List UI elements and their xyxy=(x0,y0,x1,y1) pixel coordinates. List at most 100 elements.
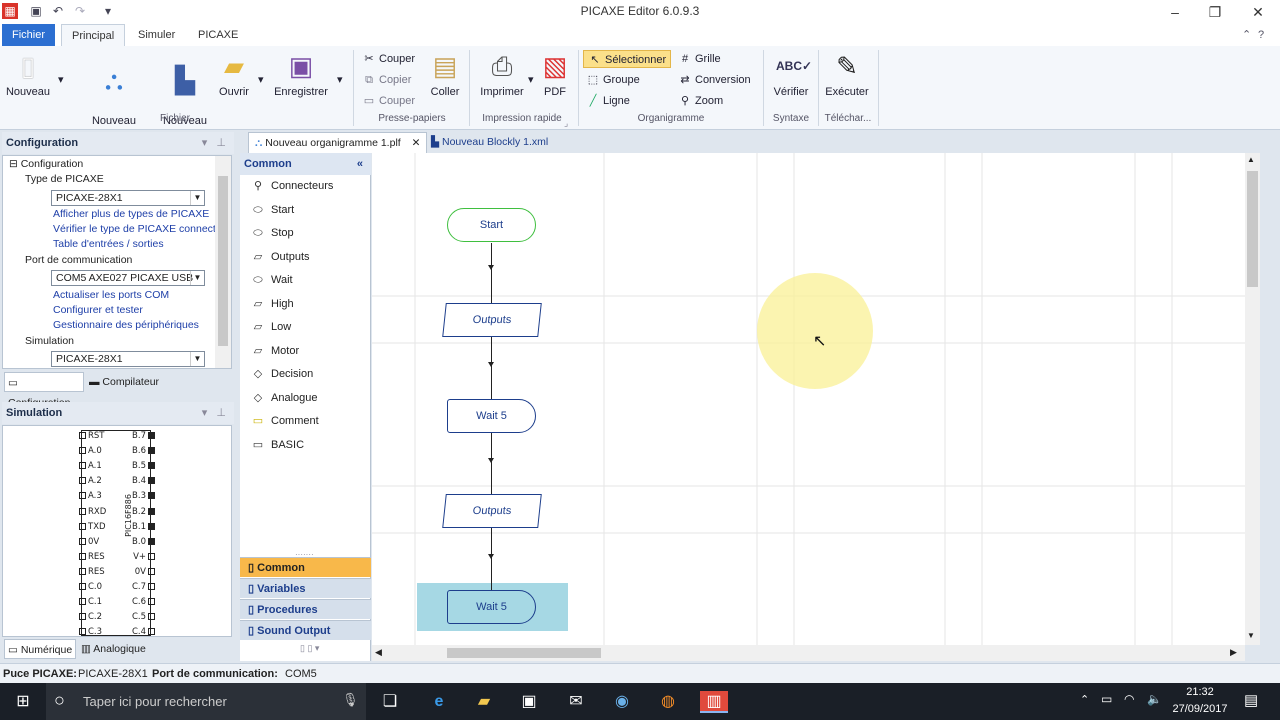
chip-pin-left[interactable]: C.0 xyxy=(79,582,102,592)
chip-pin-left[interactable]: A.1 xyxy=(79,461,102,471)
hscroll-thumb[interactable] xyxy=(447,648,601,658)
pin-state-icon[interactable] xyxy=(79,567,86,575)
scroll-left-icon[interactable]: ◀ xyxy=(375,647,382,658)
chip-pin-right[interactable]: B.2 xyxy=(130,507,155,517)
executer-button[interactable]: ✎ Exécuter xyxy=(822,50,872,98)
doc-tab-organigramme[interactable]: ⛬ Nouveau organigramme 1.plf ✕ xyxy=(248,132,428,153)
simulation-select[interactable]: PICAXE-28X1 ▼ xyxy=(51,351,205,367)
tree-scrollbar[interactable] xyxy=(215,156,231,368)
couper-button[interactable]: ✂ Couper xyxy=(362,50,415,68)
chip-pin-right[interactable]: V+ xyxy=(130,552,155,562)
nouveau-button[interactable]: ▯ Nouveau xyxy=(4,50,52,98)
pin-state-icon[interactable] xyxy=(148,447,155,455)
imprimer-dropdown-icon[interactable]: ▾ xyxy=(528,71,534,89)
palette-overflow-icons[interactable]: ▯ ▯ ▾ xyxy=(300,643,319,654)
chip-pin-left[interactable]: TXD xyxy=(79,522,106,532)
pin-state-icon[interactable] xyxy=(148,492,155,500)
pin-state-icon[interactable] xyxy=(79,492,86,500)
pin-state-icon[interactable] xyxy=(79,432,86,439)
selectionner-button[interactable]: ↖ Sélectionner xyxy=(583,50,672,68)
chip-pin-left[interactable]: A.2 xyxy=(79,476,102,486)
pin-state-icon[interactable] xyxy=(148,537,155,545)
nouveau-organigramme-button[interactable]: ⛬ Nouveau Organigramme xyxy=(74,50,154,142)
palette-category-common[interactable]: ▯ Common xyxy=(240,557,371,577)
taskbar-time[interactable]: 21:32 xyxy=(1170,686,1230,698)
app-icon[interactable]: ◉ xyxy=(611,691,633,713)
chip-pin-left[interactable]: C.2 xyxy=(79,612,102,622)
palette-item-decision[interactable]: ◇ Decision xyxy=(250,364,313,384)
pin-state-icon[interactable] xyxy=(79,507,86,515)
scroll-down-icon[interactable]: ▼ xyxy=(1247,631,1255,640)
palette-category-sound-output[interactable]: ▯ Sound Output xyxy=(240,620,371,640)
task-view-icon[interactable]: ❏ xyxy=(379,691,401,713)
palette-item-outputs[interactable]: ▱ Outputs xyxy=(250,247,310,267)
ouvrir-button[interactable]: ▰ Ouvrir xyxy=(214,50,254,98)
flow-outputs-node[interactable]: Outputs xyxy=(442,494,542,528)
palette-category-procedures[interactable]: ▯ Procedures xyxy=(240,599,371,619)
tree-scroll-thumb[interactable] xyxy=(218,176,228,346)
groupe-button[interactable]: ⬚ Groupe xyxy=(586,71,640,89)
picaxe-taskbar-icon[interactable]: ▥ xyxy=(700,691,728,713)
scroll-right-icon[interactable]: ▶ xyxy=(1230,647,1237,658)
pdf-button[interactable]: ▧ PDF xyxy=(540,50,570,98)
palette-item-comment[interactable]: ▭ Comment xyxy=(250,411,319,431)
chip-pin-left[interactable]: RXD xyxy=(79,507,106,517)
scroll-up-icon[interactable]: ▲ xyxy=(1247,155,1255,164)
volume-icon[interactable]: 🔈 xyxy=(1147,692,1162,706)
palette-item-motor[interactable]: ▱ Motor xyxy=(250,341,299,361)
canvas-vertical-scrollbar[interactable]: ▲ ▼ xyxy=(1245,153,1260,645)
chip-pin-right[interactable]: C.4 xyxy=(130,627,155,636)
pin-state-icon[interactable] xyxy=(79,628,86,636)
chip-pin-left[interactable]: RST xyxy=(79,431,105,441)
tray-overflow-icon[interactable]: ⌃ xyxy=(1080,693,1089,706)
help-icon[interactable]: ? xyxy=(1248,24,1274,46)
chip-pin-right[interactable]: B.1 xyxy=(130,522,155,532)
tab-analogique[interactable]: ▥ Analogique xyxy=(78,639,158,659)
chip-pin-left[interactable]: RES xyxy=(79,552,105,562)
pin-state-icon[interactable] xyxy=(79,537,86,545)
panel-pin-icon[interactable]: ▾ ⊥ xyxy=(202,402,226,424)
chip-pin-right[interactable]: B.0 xyxy=(130,537,155,547)
chip-pin-left[interactable]: A.0 xyxy=(79,446,102,456)
pin-state-icon[interactable] xyxy=(148,522,155,530)
collapse-palette-icon[interactable]: « xyxy=(357,153,363,175)
flow-start-node[interactable]: Start xyxy=(447,208,536,242)
palette-item-basic[interactable]: ▭ BASIC xyxy=(250,435,304,455)
flowchart-canvas[interactable]: Start Outputs Wait 5 Outputs Wait 5 ↖ xyxy=(372,153,1245,645)
tree-root[interactable]: ⊟ Configuration xyxy=(9,158,83,170)
palette-category-variables[interactable]: ▯ Variables xyxy=(240,578,371,598)
tab-compilateur[interactable]: ▬ Compilateur xyxy=(86,372,176,392)
pin-state-icon[interactable] xyxy=(148,432,155,439)
chip-pin-left[interactable]: C.1 xyxy=(79,597,102,607)
close-button[interactable]: ✕ xyxy=(1243,2,1273,22)
link-io-table[interactable]: Table d'entrées / sorties xyxy=(53,238,164,250)
firefox-icon[interactable]: ◍ xyxy=(657,691,679,713)
palette-item-high[interactable]: ▱ High xyxy=(250,294,294,314)
windows-start-icon[interactable]: ⊞ xyxy=(12,691,34,713)
pin-state-icon[interactable] xyxy=(148,613,155,621)
enregistrer-button[interactable]: ▣ Enregistrer xyxy=(272,50,330,98)
chip-pin-right[interactable]: B.4 xyxy=(130,476,155,486)
chip-pin-left[interactable]: RES xyxy=(79,567,105,577)
chip-pin-right[interactable]: C.6 xyxy=(130,597,155,607)
flow-wait-node[interactable]: Wait 5 xyxy=(447,399,536,433)
notifications-icon[interactable]: ▤ xyxy=(1244,691,1258,709)
zoom-button[interactable]: ⚲ Zoom xyxy=(678,92,723,110)
pin-state-icon[interactable] xyxy=(79,583,86,590)
close-tab-icon[interactable]: ✕ xyxy=(412,137,421,149)
conversion-button[interactable]: ⇄ Conversion xyxy=(678,71,750,89)
pin-state-icon[interactable] xyxy=(148,583,155,590)
pin-state-icon[interactable] xyxy=(79,598,86,606)
tab-configuration[interactable]: ▭ Configuration xyxy=(4,372,84,409)
pin-state-icon[interactable] xyxy=(79,613,86,621)
palette-item-connecteurs[interactable]: ⚲ Connecteurs xyxy=(250,176,333,196)
picaxe-type-select[interactable]: PICAXE-28X1 ▼ xyxy=(51,190,205,206)
pin-state-icon[interactable] xyxy=(79,462,86,470)
pin-state-icon[interactable] xyxy=(79,447,86,455)
doc-tab-blockly[interactable]: ▙ Nouveau Blockly 1.xml xyxy=(425,132,554,153)
grille-button[interactable]: # Grille xyxy=(678,50,721,68)
canvas-horizontal-scrollbar[interactable]: ◀ ▶ xyxy=(372,645,1245,661)
chip-pin-left[interactable]: C.3 xyxy=(79,627,102,636)
chip-pin-right[interactable]: B.6 xyxy=(130,446,155,456)
tab-simuler[interactable]: Simuler xyxy=(128,24,185,46)
